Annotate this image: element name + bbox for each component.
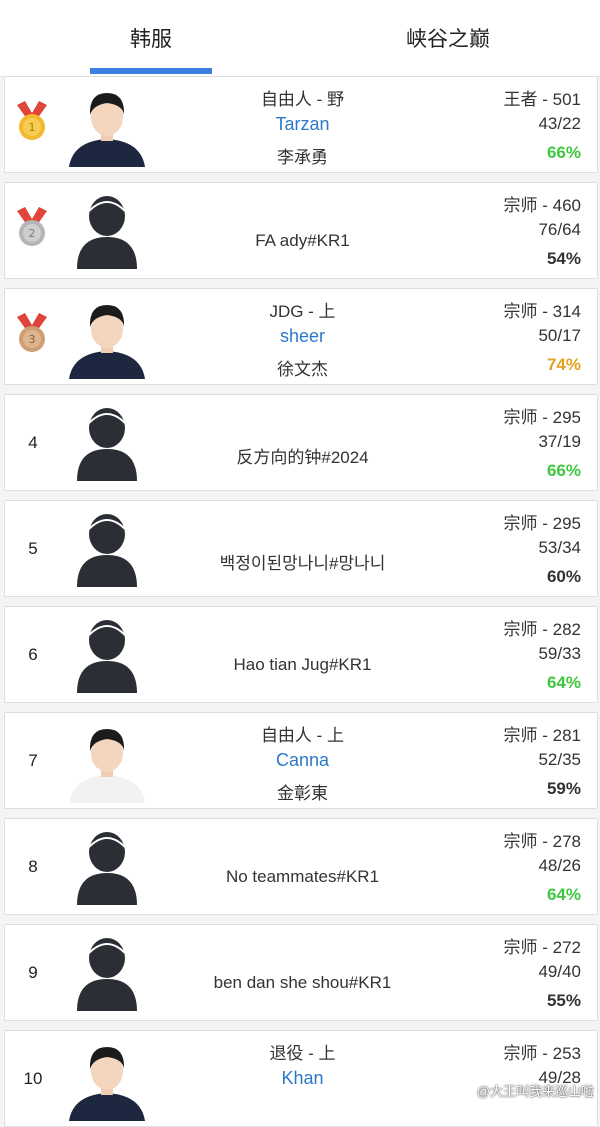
win-rate: 54% [546, 249, 581, 268]
win-loss-record: 48/26 [538, 856, 581, 875]
player-photo-icon [65, 719, 149, 803]
active-tab-indicator [90, 68, 212, 74]
silver-medal-icon: 2 [17, 207, 47, 246]
win-loss-record: 76/64 [538, 220, 581, 239]
win-rate: 64% [546, 885, 581, 904]
player-card[interactable]: 9 ben dan she shou#KR1 宗师 - 272 49/40 55… [4, 924, 598, 1021]
medal-number: 2 [29, 227, 36, 240]
rank-number: 8 [28, 857, 38, 876]
player-photo-icon [65, 1037, 149, 1121]
default-user-icon [77, 938, 137, 1011]
tier-lp: 宗师 - 314 [503, 302, 581, 321]
tier-lp: 宗师 - 272 [503, 938, 581, 957]
win-rate: 60% [546, 567, 581, 586]
default-user-icon [77, 196, 137, 269]
win-rate: 74% [546, 355, 581, 374]
player-stats: 王者 - 501 43/22 66% [401, 85, 581, 169]
win-rate: 66% [546, 143, 581, 162]
tier-lp: 宗师 - 295 [503, 408, 581, 427]
tier-lp: 宗师 - 278 [503, 832, 581, 851]
tier-lp: 宗师 - 253 [503, 1044, 581, 1063]
default-user-icon [77, 620, 137, 693]
bronze-medal-icon: 3 [17, 313, 47, 352]
rank-number: 10 [23, 1069, 43, 1088]
player-card[interactable]: 3 JDG - 上 sheer 徐文杰 宗师 - 314 50/17 74% [4, 288, 598, 385]
tab-canyon-peak[interactable]: 峡谷之巅 [370, 0, 526, 76]
win-rate: 55% [546, 991, 581, 1010]
player-stats: 宗师 - 281 52/35 59% [401, 721, 581, 805]
win-loss-record: 52/35 [538, 750, 581, 769]
win-rate: 59% [546, 779, 581, 798]
player-card[interactable]: 4 反方向的钟#2024 宗师 - 295 37/19 66% [4, 394, 598, 491]
player-stats: 宗师 - 272 49/40 55% [401, 933, 581, 1017]
watermark: @大王叫我来巡山啦 [476, 1084, 594, 1099]
rank-number: 6 [28, 645, 38, 664]
win-rate: 66% [546, 461, 581, 480]
tab-bar: 韩服 峡谷之巅 [0, 0, 600, 77]
rank-number: 4 [28, 433, 38, 452]
tier-lp: 宗师 - 282 [503, 620, 581, 639]
win-loss-record: 43/22 [538, 114, 581, 133]
win-loss-record: 37/19 [538, 432, 581, 451]
player-card[interactable]: 10 退役 - 上 Khan 宗师 - 253 49/28 [4, 1030, 598, 1127]
win-rate: 64% [546, 673, 581, 692]
medal-number: 3 [29, 333, 36, 346]
win-loss-record: 59/33 [538, 644, 581, 663]
win-loss-record: 49/40 [538, 962, 581, 981]
player-stats: 宗师 - 295 53/34 60% [401, 509, 581, 593]
rank-number: 5 [28, 539, 38, 558]
default-user-icon [77, 514, 137, 587]
player-stats: 宗师 - 278 48/26 64% [401, 827, 581, 911]
player-card[interactable]: 5 백정이된망나니#망나니 宗师 - 295 53/34 60% [4, 500, 598, 597]
player-card[interactable]: 2 FA ady#KR1 宗师 - 460 76/64 54% [4, 182, 598, 279]
player-stats: 宗师 - 460 76/64 54% [401, 191, 581, 275]
win-loss-record: 50/17 [538, 326, 581, 345]
tier-lp: 宗师 - 460 [503, 196, 581, 215]
rank-number: 7 [28, 751, 38, 770]
player-card[interactable]: 1 自由人 - 野 Tarzan 李承勇 王者 - 501 43/22 66% [4, 76, 598, 173]
player-stats: 宗师 - 314 50/17 74% [401, 297, 581, 381]
medal-number: 1 [29, 121, 36, 134]
win-loss-record: 53/34 [538, 538, 581, 557]
tier-lp: 宗师 - 281 [503, 726, 581, 745]
player-photo-icon [65, 83, 149, 167]
player-stats: 宗师 - 282 59/33 64% [401, 615, 581, 699]
default-user-icon [77, 832, 137, 905]
player-stats: 宗师 - 295 37/19 66% [401, 403, 581, 487]
player-photo-icon [65, 295, 149, 379]
player-card[interactable]: 7 自由人 - 上 Canna 金彰東 宗师 - 281 52/35 59% [4, 712, 598, 809]
default-user-icon [77, 408, 137, 481]
player-card[interactable]: 6 Hao tian Jug#KR1 宗师 - 282 59/33 64% [4, 606, 598, 703]
tier-lp: 宗师 - 295 [503, 514, 581, 533]
tab-korea-server[interactable]: 韩服 [90, 0, 212, 76]
player-card[interactable]: 8 No teammates#KR1 宗师 - 278 48/26 64% [4, 818, 598, 915]
gold-medal-icon: 1 [17, 101, 47, 140]
rank-number: 9 [28, 963, 38, 982]
tier-lp: 王者 - 501 [503, 90, 581, 109]
